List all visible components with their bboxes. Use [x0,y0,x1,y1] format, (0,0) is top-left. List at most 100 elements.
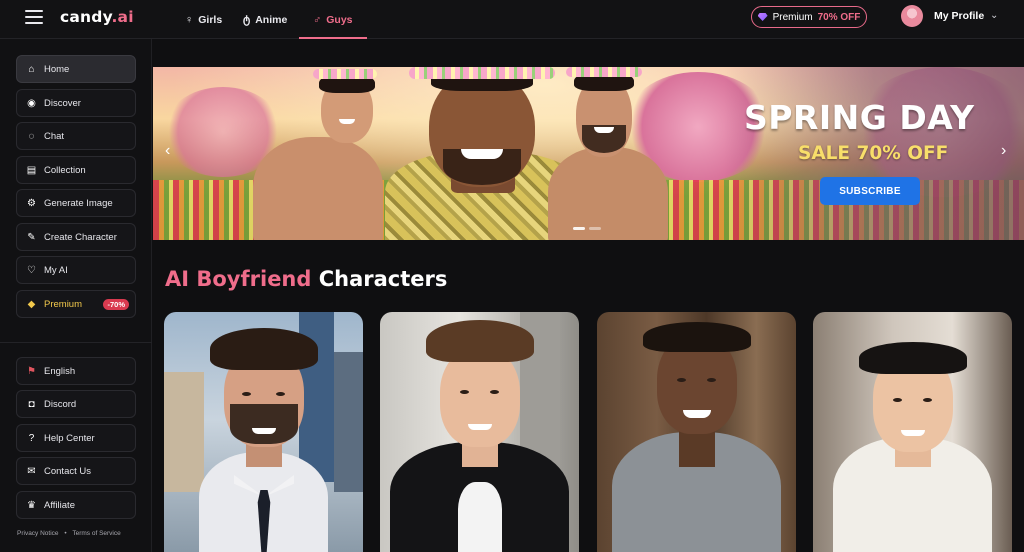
sidebar-item-create-character[interactable]: ✎ Create Character [16,223,136,251]
sidebar-item-my-ai[interactable]: ♡ My AI [16,256,136,284]
premium-button[interactable]: Premium 70% OFF [751,6,867,28]
building [334,352,363,492]
footer-separator: • [64,530,67,537]
chevron-left-icon[interactable]: ‹ [165,142,170,160]
sidebar: ⌂ Home ◉ Discover ◌ Chat ▤ Collection ⚙ … [0,39,152,552]
discount-badge: -70% [103,298,129,310]
sidebar-item-english[interactable]: ⚑ English [16,357,136,385]
sidebar-item-label: Discover [44,97,81,109]
card-person-eye [677,378,686,382]
sidebar-item-help-center[interactable]: ? Help Center [16,424,136,452]
card-person-eye [893,398,902,402]
female-icon: ♀ [185,13,194,26]
chat-icon: ◌ [28,130,35,142]
card-person-hair [426,320,534,362]
card-person-smile [901,430,925,436]
sidebar-item-label: Affiliate [44,499,75,511]
premium-label: Premium [772,11,813,23]
card-person-eye [276,392,285,396]
tab-guys-label: Guys [326,13,353,26]
character-card[interactable] [164,312,363,552]
create-icon: ✎ [27,231,36,243]
card-person-face [440,347,520,447]
sidebar-item-label: Contact Us [44,465,91,477]
tab-guys[interactable]: ♂ Guys [299,0,366,39]
promo-banner[interactable]: SPRING DAY SALE 70% OFF SUBSCRIBE ‹ › [153,67,1024,240]
us-flag-icon: ⚑ [27,365,36,377]
character-card[interactable] [380,312,579,552]
card-person-eye [242,392,251,396]
sidebar-divider [0,342,152,343]
chevron-down-icon[interactable]: ⌄ [990,10,998,21]
male-icon: ♂ [313,13,322,26]
sidebar-item-chat[interactable]: ◌ Chat [16,122,136,150]
sidebar-item-label: Home [44,63,70,75]
card-person-tshirt [458,482,502,552]
sidebar-item-premium[interactable]: ◆ Premium -70% [16,290,136,318]
sidebar-item-label: English [44,365,76,377]
trophy-icon: ♛ [27,499,36,511]
character-card[interactable] [597,312,796,552]
profile-label[interactable]: My Profile [934,10,984,22]
section-title-rest: Characters [318,267,448,291]
promo-sale: SALE 70% OFF [798,143,949,164]
heart-icon: ♡ [27,264,36,276]
card-person-smile [683,410,711,418]
sidebar-item-generate-image[interactable]: ⚙ Generate Image [16,189,136,217]
card-person-smile [252,428,276,434]
section-title: AI Boyfriend Characters [165,267,447,291]
footer-links: Privacy Notice • Terms of Service [17,530,121,537]
menu-icon[interactable] [25,10,43,24]
tab-girls[interactable]: ♀ Girls [185,0,222,39]
help-icon: ? [28,432,35,444]
card-person-eye [923,398,932,402]
logo-main: candy [60,8,112,26]
tab-girls-label: Girls [198,13,223,26]
premium-offer: 70% OFF [817,11,861,23]
image-icon: ⚙ [27,197,36,209]
sidebar-item-label: Premium [44,298,83,310]
contact-icon: ✉ [27,465,36,477]
privacy-link[interactable]: Privacy Notice [17,530,59,537]
compass-icon: ◉ [27,97,36,109]
card-person-hair [210,328,318,370]
character-card[interactable] [813,312,1012,552]
sidebar-item-affiliate[interactable]: ♛ Affiliate [16,491,136,519]
card-person-eye [707,378,716,382]
sidebar-item-discover[interactable]: ◉ Discover [16,89,136,117]
card-person-hair [643,322,751,352]
subscribe-button[interactable]: SUBSCRIBE [820,177,920,205]
sidebar-item-label: Discord [44,398,77,410]
sidebar-item-contact-us[interactable]: ✉ Contact Us [16,457,136,485]
top-bar: candy.ai ♀ Girls ტ Anime ♂ Guys Premium … [0,0,1024,39]
card-person-beard [230,404,298,444]
sidebar-item-label: My AI [44,264,68,276]
discord-icon: ◘ [28,398,35,410]
diamond-icon [757,13,768,21]
card-person-eye [490,390,499,394]
terms-link[interactable]: Terms of Service [72,530,120,537]
sidebar-item-label: Collection [44,164,86,176]
building [164,372,204,492]
carousel-dots[interactable] [573,227,601,230]
home-icon: ⌂ [28,63,35,75]
sidebar-item-label: Help Center [44,432,95,444]
card-person-eye [460,390,469,394]
tab-anime[interactable]: ტ Anime [243,0,287,39]
tab-anime-label: Anime [255,13,288,26]
sidebar-item-home[interactable]: ⌂ Home [16,55,136,83]
collection-icon: ▤ [26,164,37,176]
card-person-smile [468,424,492,430]
sidebar-item-collection[interactable]: ▤ Collection [16,156,136,184]
sidebar-item-discord[interactable]: ◘ Discord [16,390,136,418]
chevron-right-icon[interactable]: › [1001,142,1006,160]
logo[interactable]: candy.ai [60,8,134,26]
anime-icon: ტ [243,14,251,26]
section-title-accent: AI Boyfriend [165,267,312,291]
avatar[interactable] [901,5,923,27]
banner-person-right [538,67,668,240]
diamond-icon: ◆ [27,298,36,310]
card-person-hair [859,342,967,374]
sidebar-item-label: Chat [44,130,65,142]
sidebar-item-label: Create Character [44,231,117,243]
